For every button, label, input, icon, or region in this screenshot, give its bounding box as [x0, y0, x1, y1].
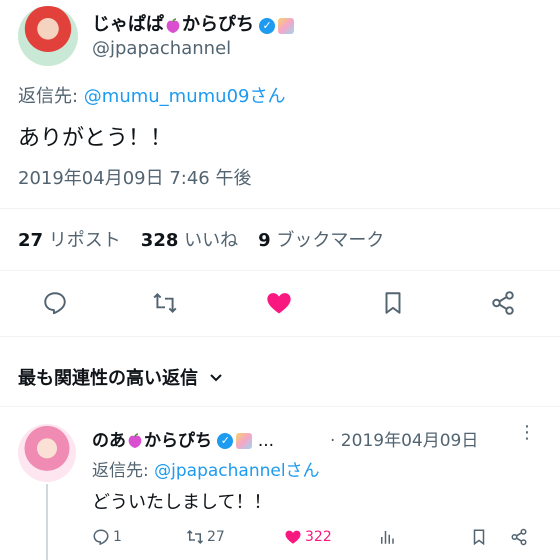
- reply-bookmark-button[interactable]: [470, 528, 488, 546]
- analytics-icon: [381, 531, 394, 544]
- repost-icon: [186, 529, 204, 545]
- reply-reposts-count: 27: [207, 529, 225, 545]
- share-button[interactable]: [486, 286, 520, 320]
- reply-icon: [44, 292, 66, 315]
- reply-analytics-button[interactable]: [378, 528, 396, 546]
- reposts-stat[interactable]: 27 リポスト: [18, 226, 121, 252]
- reply-author-name-suffix: からぴち: [144, 431, 212, 451]
- author-name-row[interactable]: じゃぱぱ からぴち ✓: [92, 10, 295, 36]
- reply-author-name: のあ: [92, 431, 126, 451]
- affiliation-badge-icon: [236, 433, 253, 449]
- reply-to-prefix: 返信先:: [18, 86, 84, 107]
- share-icon: [492, 291, 514, 315]
- reply-likes-count: 322: [305, 529, 332, 545]
- tweet-text: ありがとう！！: [18, 126, 173, 151]
- reply-button[interactable]: [38, 286, 72, 320]
- like-button[interactable]: [262, 286, 296, 320]
- tweet-timestamp[interactable]: 2019年04月09日 7:46 午後: [18, 164, 251, 190]
- reply-text: どういたしまして！！: [92, 492, 272, 513]
- divider: [0, 336, 560, 337]
- repost-button[interactable]: [148, 286, 182, 320]
- reply-sort-label: 最も関連性の高い返信: [18, 368, 198, 389]
- divider: [0, 208, 560, 209]
- reply-like-button[interactable]: 322: [284, 528, 332, 546]
- bookmarks-count: 9: [258, 230, 271, 251]
- peach-icon: [166, 17, 180, 33]
- divider: [0, 270, 560, 271]
- share-icon: [511, 528, 527, 546]
- likes-stat[interactable]: 328 いいね: [141, 226, 238, 252]
- thread-line: [46, 484, 48, 560]
- reply-reply-to-prefix: 返信先:: [92, 461, 155, 481]
- name-ellipsis: ...: [257, 431, 275, 451]
- reply-share-button[interactable]: [510, 528, 528, 546]
- repost-icon: [153, 292, 177, 314]
- reply-author-avatar[interactable]: [18, 424, 76, 482]
- divider: [0, 406, 560, 407]
- reply-replies-count: 1: [113, 529, 122, 545]
- tweet-stats: 27 リポスト 328 いいね 9 ブックマーク: [18, 226, 384, 252]
- reply-reply-button[interactable]: 1: [92, 528, 122, 546]
- reply-reply-to-link[interactable]: @jpapachannelさん: [154, 461, 319, 481]
- heart-filled-icon: [267, 293, 291, 314]
- reply-sort-dropdown[interactable]: 最も関連性の高い返信: [18, 364, 224, 390]
- author-name: じゃぱぱ: [92, 14, 164, 35]
- bookmarks-stat[interactable]: 9 ブックマーク: [258, 226, 384, 252]
- bookmarks-label: ブックマーク: [276, 230, 385, 251]
- author-handle[interactable]: @jpapachannel: [92, 38, 231, 59]
- reposts-label: リポスト: [48, 230, 121, 251]
- likes-count: 328: [140, 230, 179, 251]
- reply-date[interactable]: · 2019年04月09日: [330, 426, 478, 451]
- bookmark-icon: [473, 529, 485, 546]
- verified-badge-icon: ✓: [217, 433, 234, 449]
- bookmark-button[interactable]: [376, 286, 410, 320]
- reply-icon: [93, 529, 109, 546]
- author-avatar[interactable]: [18, 6, 78, 66]
- reply-to-line: 返信先: @mumu_mumu09さん: [18, 82, 285, 108]
- author-name-suffix: からぴち: [182, 14, 254, 35]
- bookmark-icon: [385, 292, 401, 314]
- verified-badge-icon: ✓: [259, 17, 276, 34]
- more-options-icon[interactable]: ⋮: [518, 422, 536, 443]
- reply-to-link[interactable]: @mumu_mumu09さん: [84, 86, 286, 107]
- chevron-down-icon: [210, 374, 222, 382]
- peach-icon: [128, 433, 142, 448]
- heart-filled-icon: [285, 530, 301, 544]
- affiliation-badge-icon: [278, 17, 295, 34]
- reposts-count: 27: [18, 230, 44, 251]
- reply-author-row[interactable]: のあ からぴち ✓ ...: [92, 426, 274, 451]
- likes-label: いいね: [184, 230, 239, 251]
- reply-reply-to-line: 返信先: @jpapachannelさん: [92, 456, 320, 481]
- reply-repost-button[interactable]: 27: [186, 528, 225, 546]
